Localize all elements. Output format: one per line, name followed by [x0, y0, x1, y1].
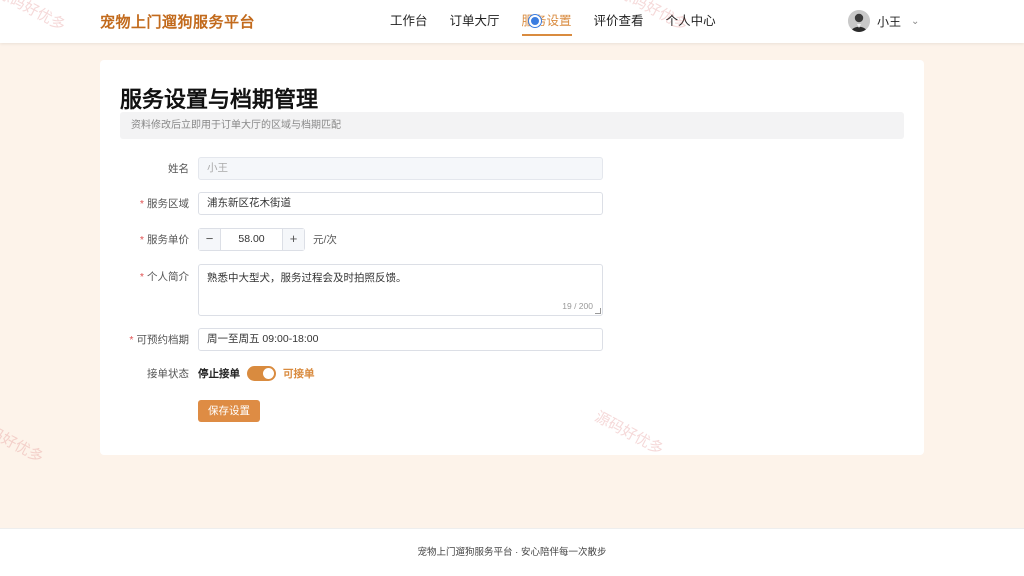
accept-orders-toggle[interactable]	[247, 366, 276, 381]
area-label: * 服务区域	[139, 198, 189, 210]
watermark: 源码好优多	[0, 416, 47, 467]
area-input[interactable]: 浦东新区花木街道	[198, 192, 603, 215]
main-nav: 工作台 订单大厅 服务设置 评价查看 个人中心	[390, 0, 738, 43]
name-field: 小王	[198, 157, 603, 180]
nav-order-hall[interactable]: 订单大厅	[450, 0, 500, 43]
brand-title[interactable]: 宠物上门遛狗服务平台	[100, 11, 255, 32]
price-stepper: − 58.00 + 元/次	[198, 228, 337, 251]
user-menu[interactable]: 小王 ⌄	[848, 10, 919, 32]
price-input[interactable]: 58.00	[221, 229, 282, 250]
intro-textarea[interactable]: 熟悉中大型犬，服务过程会及时拍照反馈。 19 / 200	[198, 264, 603, 316]
char-counter: 19 / 200	[562, 301, 593, 311]
intro-label: * 个人简介	[139, 271, 189, 283]
switch-on-text[interactable]: 可接单	[283, 366, 315, 381]
mouse-cursor-indicator	[529, 15, 541, 27]
page-title: 服务设置与档期管理	[120, 87, 319, 112]
increase-button[interactable]: +	[282, 229, 304, 250]
price-label: * 服务单价	[139, 234, 189, 246]
decrease-button[interactable]: −	[199, 229, 221, 250]
form-row-actions: 保存设置	[100, 400, 260, 422]
form-row-intro: * 个人简介 熟悉中大型犬，服务过程会及时拍照反馈。 19 / 200	[100, 264, 603, 316]
required-mark: *	[129, 334, 134, 346]
toggle-knob	[263, 368, 274, 379]
form-row-schedule: * 可预约档期 周一至周五 09:00-18:00	[100, 328, 603, 351]
required-mark: *	[139, 271, 144, 283]
user-name: 小王	[877, 14, 902, 29]
page-footer: 宠物上门遛狗服务平台 · 安心陪伴每一次散步	[0, 528, 1024, 576]
avatar[interactable]	[848, 10, 870, 32]
nav-workbench[interactable]: 工作台	[390, 0, 428, 43]
chevron-down-icon[interactable]: ⌄	[911, 16, 919, 27]
avatar-person-icon	[848, 10, 870, 32]
info-tip: 资料修改后立即用于订单大厅的区域与档期匹配	[120, 112, 904, 139]
settings-card: 服务设置与档期管理 资料修改后立即用于订单大厅的区域与档期匹配 姓名 小王 * 服…	[100, 60, 924, 455]
save-button[interactable]: 保存设置	[198, 400, 260, 422]
top-header: 宠物上门遛狗服务平台 工作台 订单大厅 服务设置 评价查看 个人中心 小王 ⌄	[0, 0, 1024, 43]
resize-handle-icon[interactable]	[595, 308, 601, 314]
nav-reviews[interactable]: 评价查看	[594, 0, 644, 43]
intro-text: 熟悉中大型犬，服务过程会及时拍照反馈。	[207, 272, 407, 284]
status-label: 接单状态	[147, 368, 189, 380]
schedule-label: * 可预约档期	[129, 334, 189, 346]
form-row-name: 姓名 小王	[100, 157, 603, 180]
name-label: 姓名	[168, 163, 189, 175]
form-row-price: * 服务单价 − 58.00 + 元/次	[100, 228, 337, 251]
nav-profile[interactable]: 个人中心	[666, 0, 716, 43]
required-mark: *	[139, 234, 144, 246]
required-mark: *	[139, 198, 144, 210]
form-row-area: * 服务区域 浦东新区花木街道	[100, 192, 603, 215]
form-row-status: 接单状态 停止接单 可接单	[100, 366, 315, 381]
switch-off-text[interactable]: 停止接单	[198, 366, 240, 381]
price-unit: 元/次	[313, 234, 337, 246]
schedule-input[interactable]: 周一至周五 09:00-18:00	[198, 328, 603, 351]
